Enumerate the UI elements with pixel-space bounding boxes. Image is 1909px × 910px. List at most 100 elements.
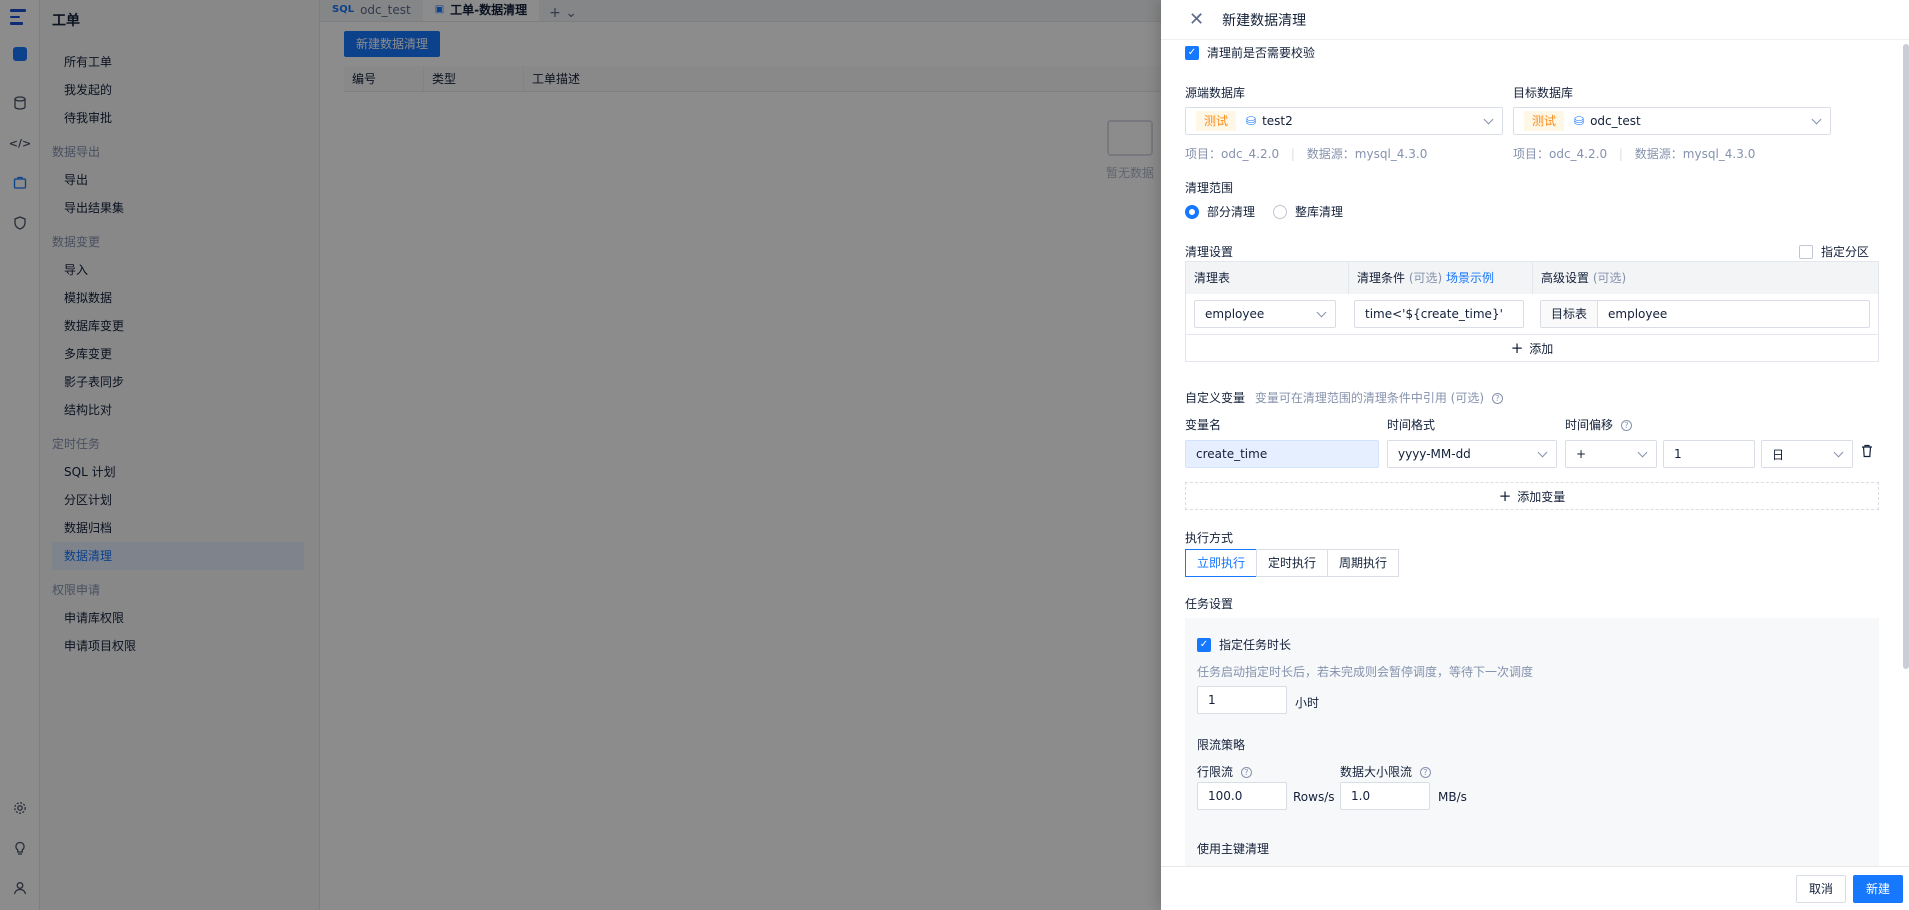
source-db-meta: 项目：odc_4.2.0 | 数据源：mysql_4.3.0 xyxy=(1185,147,1428,161)
target-table-input[interactable]: 目标表 employee xyxy=(1540,300,1870,328)
chevron-down-icon xyxy=(1811,114,1822,125)
radio-selected-icon xyxy=(1185,204,1199,219)
task-settings-label: 任务设置 xyxy=(1185,597,1234,611)
target-db-value: odc_test xyxy=(1590,114,1641,128)
source-db-label: 源端数据库 xyxy=(1185,86,1246,100)
target-table-value: employee xyxy=(1608,307,1668,321)
clean-table-select[interactable]: employee xyxy=(1194,300,1336,328)
help-icon[interactable]: ? xyxy=(1419,767,1431,778)
add-label: 添加 xyxy=(1529,341,1554,356)
clean-condition-value: time<'${create_time}' xyxy=(1365,307,1503,321)
var-name-value: create_time xyxy=(1196,447,1268,461)
row-limit-input[interactable]: 100.0 xyxy=(1197,782,1287,810)
task-settings-panel xyxy=(1185,618,1879,866)
duration-input[interactable]: 1 xyxy=(1197,686,1287,714)
offset-unit-value: 日 xyxy=(1772,447,1785,462)
offset-num-input[interactable]: 1 xyxy=(1663,440,1755,468)
target-db-meta: 项目：odc_4.2.0 | 数据源：mysql_4.3.0 xyxy=(1513,147,1756,161)
scope-label: 清理范围 xyxy=(1185,181,1234,195)
target-datasource: 数据源：mysql_4.3.0 xyxy=(1634,147,1756,161)
exec-periodic-button[interactable]: 周期执行 xyxy=(1327,549,1399,577)
drawer-title: 新建数据清理 xyxy=(1222,12,1307,29)
duration-unit: 小时 xyxy=(1295,696,1320,710)
close-icon[interactable]: ✕ xyxy=(1189,10,1204,29)
col-advanced: 高级设置 (可选) xyxy=(1532,262,1878,294)
scope-partial-label: 部分清理 xyxy=(1207,205,1256,219)
help-icon[interactable]: ? xyxy=(1240,767,1252,778)
partition-checkbox[interactable]: 指定分区 xyxy=(1799,243,1869,260)
drawer-scrollbar[interactable] xyxy=(1903,44,1909,669)
time-offset-label: 时间偏移 ? xyxy=(1565,416,1632,433)
row-limit-label: 行限流 ? xyxy=(1197,763,1252,780)
new-data-clean-drawer: ✕ 新建数据清理 ✓ 清理前是否需要校验 源端数据库 测试 ⛁ test2 项目… xyxy=(1161,0,1909,910)
help-icon[interactable]: ? xyxy=(1620,420,1632,431)
size-limit-input[interactable]: 1.0 xyxy=(1340,782,1430,810)
target-table-prefix: 目标表 xyxy=(1541,301,1599,327)
scope-partial-radio[interactable]: 部分清理 xyxy=(1185,203,1255,220)
optional-text: (可选) xyxy=(1592,271,1627,285)
verify-checkbox[interactable]: ✓ 清理前是否需要校验 xyxy=(1185,44,1315,61)
example-link[interactable]: 场景示例 xyxy=(1446,271,1494,285)
cancel-button[interactable]: 取消 xyxy=(1795,875,1846,903)
chevron-down-icon xyxy=(1833,447,1844,458)
offset-op-select[interactable]: + xyxy=(1565,440,1657,468)
partition-label: 指定分区 xyxy=(1821,245,1870,259)
custom-vars-hint: 变量可在清理范围的清理条件中引用 (可选) xyxy=(1254,391,1485,405)
checkbox-checked-icon: ✓ xyxy=(1197,637,1211,652)
submit-button[interactable]: 新建 xyxy=(1852,875,1903,903)
offset-op-value: + xyxy=(1576,447,1587,461)
checkbox-checked-icon: ✓ xyxy=(1185,45,1199,60)
col-adv-label: 高级设置 xyxy=(1541,271,1590,285)
target-project: 项目：odc_4.2.0 xyxy=(1513,147,1608,161)
time-format-label: 时间格式 xyxy=(1387,418,1436,432)
target-db-label: 目标数据库 xyxy=(1513,86,1574,100)
time-offset-text: 时间偏移 xyxy=(1565,418,1614,432)
database-icon: ⛁ xyxy=(1574,114,1585,128)
delete-var-icon[interactable] xyxy=(1861,444,1873,461)
time-format-select[interactable]: yyyy-MM-dd xyxy=(1387,440,1557,468)
modal-mask[interactable] xyxy=(0,0,1161,910)
size-limit-value: 1.0 xyxy=(1351,789,1371,803)
clean-table-value: employee xyxy=(1205,307,1265,321)
size-limit-text: 数据大小限流 xyxy=(1340,765,1413,779)
col-clean-table: 清理表 xyxy=(1186,262,1348,294)
var-name-label: 变量名 xyxy=(1185,418,1222,432)
env-tag: 测试 xyxy=(1524,111,1565,131)
time-format-value: yyyy-MM-dd xyxy=(1398,447,1471,461)
plus-icon: + xyxy=(1498,486,1512,505)
duration-checkbox[interactable]: ✓ 指定任务时长 xyxy=(1197,636,1291,653)
source-db-select[interactable]: 测试 ⛁ test2 xyxy=(1185,107,1503,135)
limit-label: 限流策略 xyxy=(1197,738,1246,752)
drawer-header: ✕ 新建数据清理 xyxy=(1161,0,1909,40)
settings-label: 清理设置 xyxy=(1185,245,1234,259)
drawer-footer: 取消 新建 xyxy=(1161,866,1909,910)
clean-settings-table: 清理表 清理条件 (可选) 场景示例 高级设置 (可选) employee ti… xyxy=(1185,261,1879,362)
clean-condition-input[interactable]: time<'${create_time}' xyxy=(1354,300,1524,328)
target-db-select[interactable]: 测试 ⛁ odc_test xyxy=(1513,107,1831,135)
row-limit-value: 100.0 xyxy=(1208,789,1243,803)
custom-vars-header: 自定义变量 变量可在清理范围的清理条件中引用 (可选) ? xyxy=(1185,389,1503,406)
add-var-button[interactable]: + 添加变量 xyxy=(1185,482,1879,510)
offset-unit-select[interactable]: 日 xyxy=(1761,440,1853,468)
exec-now-button[interactable]: 立即执行 xyxy=(1185,549,1257,577)
row-limit-text: 行限流 xyxy=(1197,765,1234,779)
duration-value: 1 xyxy=(1208,693,1216,707)
scope-full-radio[interactable]: 整库清理 xyxy=(1273,203,1343,220)
var-name-input[interactable]: create_time xyxy=(1185,440,1379,468)
add-table-button[interactable]: + 添加 xyxy=(1186,334,1878,361)
add-var-label: 添加变量 xyxy=(1517,489,1566,504)
checkbox-icon xyxy=(1799,244,1813,259)
custom-vars-label: 自定义变量 xyxy=(1185,391,1246,405)
database-icon: ⛁ xyxy=(1246,114,1257,128)
source-project: 项目：odc_4.2.0 xyxy=(1185,147,1280,161)
row-limit-unit: Rows/s xyxy=(1293,790,1335,804)
col-cond-label: 清理条件 xyxy=(1357,271,1406,285)
help-icon[interactable]: ? xyxy=(1491,393,1503,404)
size-limit-unit: MB/s xyxy=(1438,790,1467,804)
verify-label: 清理前是否需要校验 xyxy=(1207,46,1316,60)
col-clean-cond: 清理条件 (可选) 场景示例 xyxy=(1348,262,1532,294)
plus-icon: + xyxy=(1510,338,1524,357)
exec-scheduled-button[interactable]: 定时执行 xyxy=(1256,549,1328,577)
scope-full-label: 整库清理 xyxy=(1295,205,1344,219)
chevron-down-icon xyxy=(1637,447,1648,458)
